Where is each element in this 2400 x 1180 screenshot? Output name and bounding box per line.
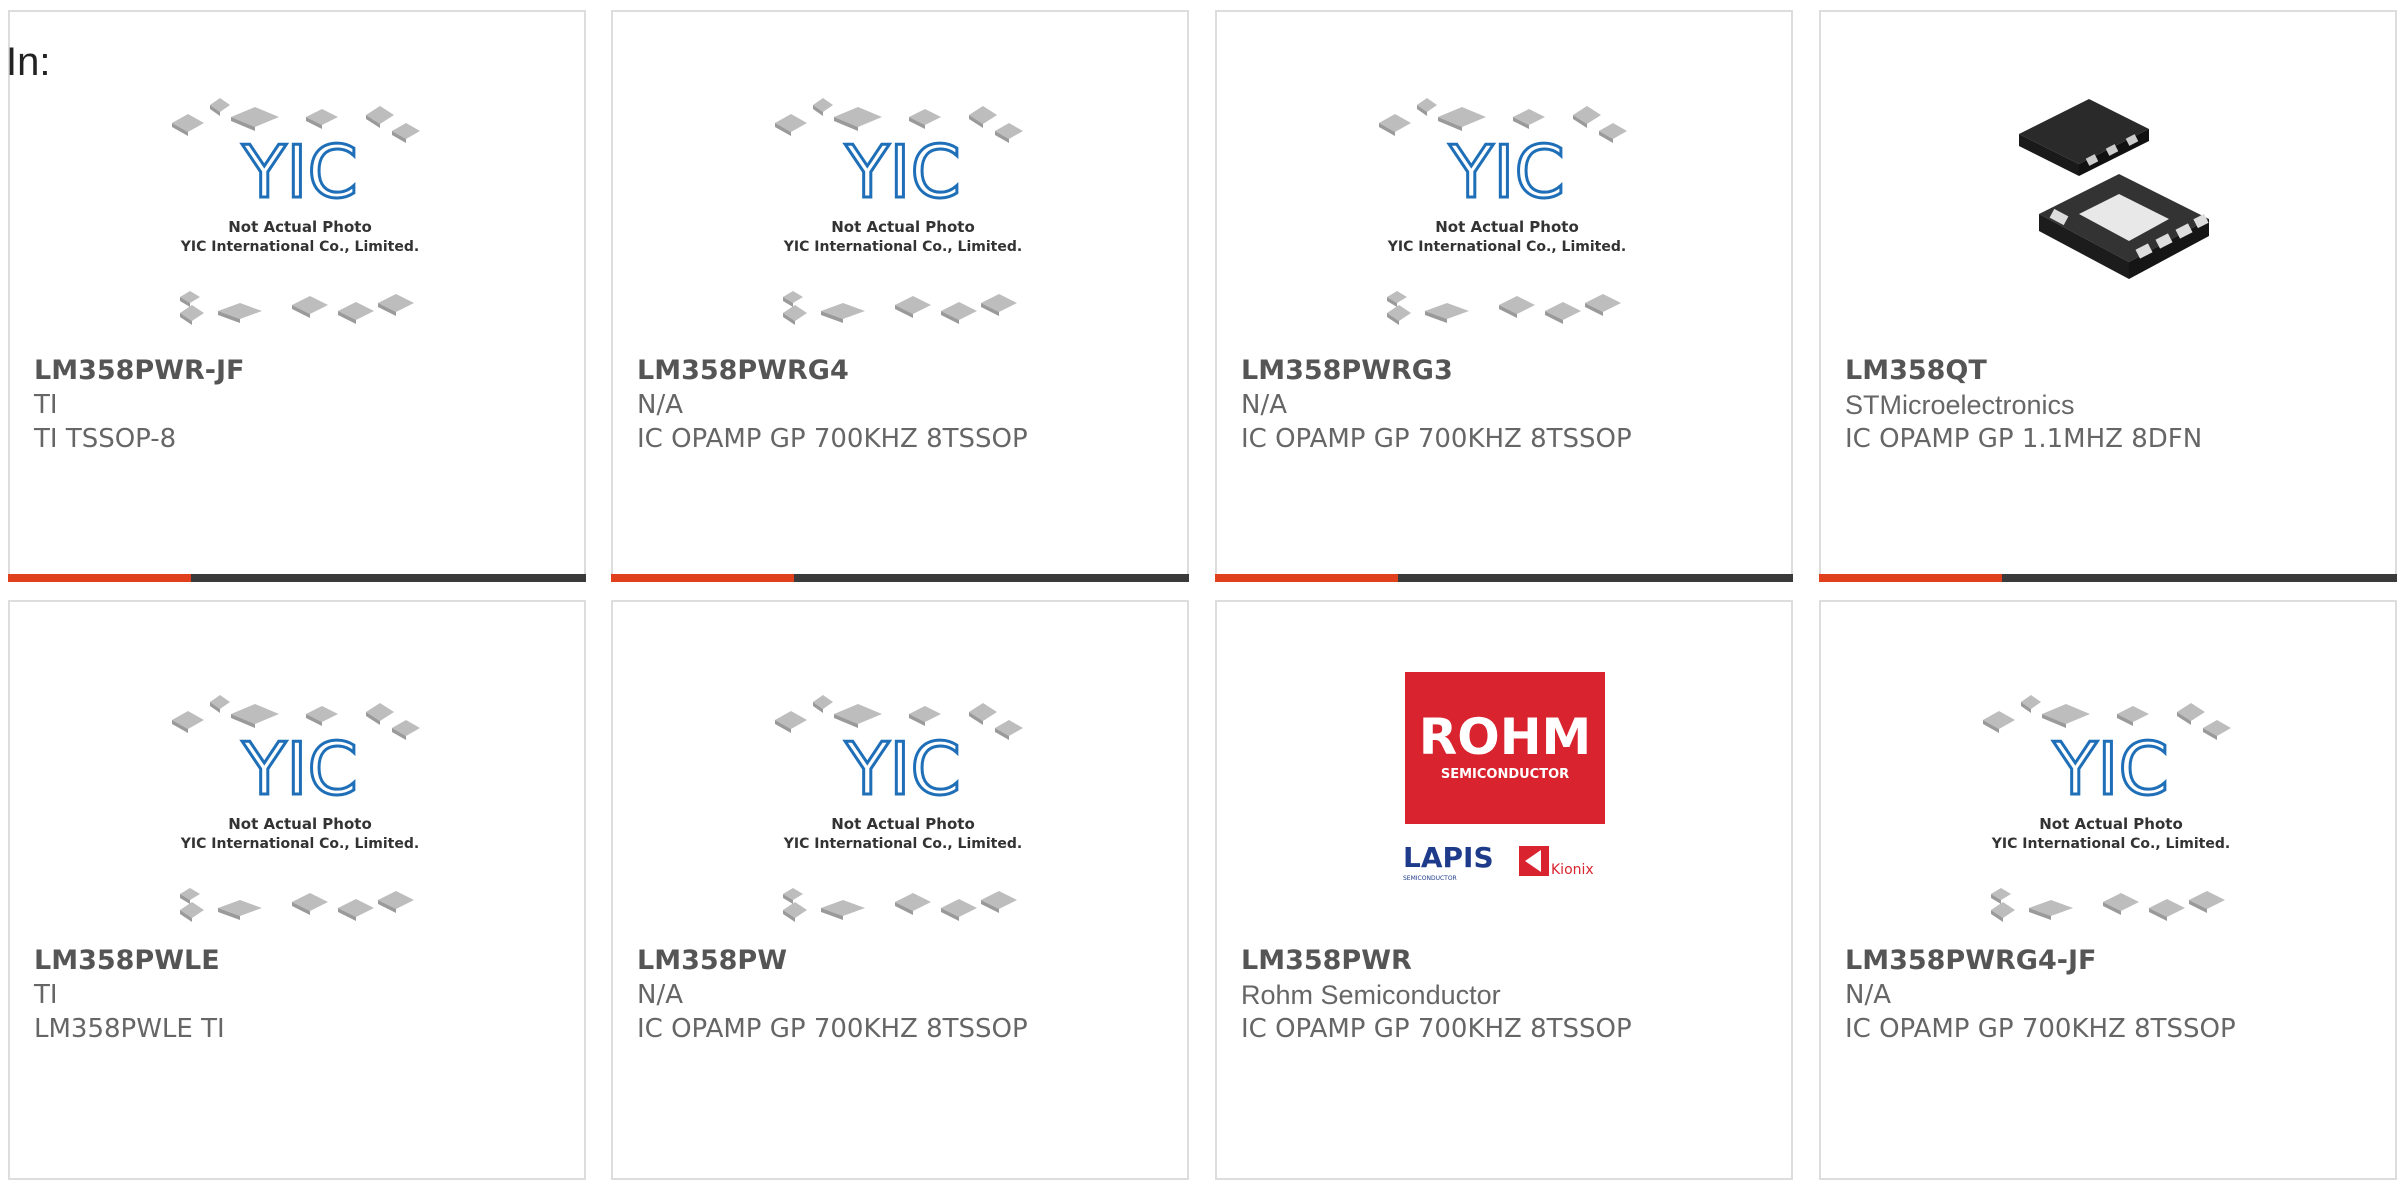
rohm-logo: ROHM SEMICONDUCTOR LAPIS SEMICONDUCTOR K… [1403,672,1605,882]
yic-logo: YIC [1448,130,1565,214]
placeholder-company: YIC International Co., Limited. [180,239,419,255]
product-part-number[interactable]: LM358PWLE [34,944,574,978]
product-part-number[interactable]: LM358PWRG4 [637,354,1177,388]
product-image[interactable]: YIC Not Actual Photo YIC International Co.… [613,12,1187,352]
kionix-text: Kionix [1551,862,1594,878]
product-manufacturer: N/A [1845,980,1891,1010]
yic-placeholder-image: YIC Not Actual Photo YIC International Co.… [1983,695,2231,922]
card-accent-bar [611,574,1189,582]
product-card[interactable]: YIC Not Actual Photo YIC International Co.… [611,600,1189,1180]
yic-logo: YIC [2052,727,2169,811]
product-image[interactable] [1821,12,2395,352]
product-image[interactable]: YIC Not Actual Photo YIC International Co.… [10,12,584,352]
product-card[interactable]: YIC Not Actual Photo YIC International Co.… [8,600,586,1180]
yic-placeholder-image: YIC Not Actual Photo YIC International Co.… [172,98,420,325]
product-card[interactable]: ROHM SEMICONDUCTOR LAPIS SEMICONDUCTOR K… [1215,600,1793,1180]
yic-logo: YIC [241,727,358,811]
yic-logo: YIC [844,130,961,214]
placeholder-note: Not Actual Photo [228,815,372,833]
product-description: IC OPAMP GP 700KHZ 8TSSOP [1241,1014,1632,1044]
product-description: IC OPAMP GP 700KHZ 8TSSOP [637,1014,1028,1044]
placeholder-company: YIC International Co., Limited. [1387,239,1626,255]
product-image[interactable]: ROHM SEMICONDUCTOR LAPIS SEMICONDUCTOR K… [1217,602,1791,942]
product-card[interactable]: YIC Not Actual Photo YIC International Co.… [611,10,1189,582]
product-description: TI TSSOP-8 [34,424,177,454]
placeholder-note: Not Actual Photo [228,218,372,236]
product-card[interactable]: YIC Not Actual Photo YIC International Co.… [8,10,586,582]
card-accent-bar [1215,574,1793,582]
yic-placeholder-image: YIC Not Actual Photo YIC International Co.… [775,695,1023,922]
product-part-number[interactable]: LM358QT [1845,354,2385,388]
product-description: IC OPAMP GP 1.1MHZ 8DFN [1845,424,2203,454]
placeholder-company: YIC International Co., Limited. [783,239,1022,255]
product-card[interactable]: YIC Not Actual Photo YIC International Co.… [1819,600,2397,1180]
lapis-subtext: SEMICONDUCTOR [1403,875,1457,882]
yic-placeholder-image: YIC Not Actual Photo YIC International Co.… [775,98,1023,325]
lapis-text: LAPIS [1403,841,1494,874]
card-accent-bar [1819,574,2397,582]
yic-logo: YIC [241,130,358,214]
product-manufacturer: N/A [637,390,683,420]
placeholder-company: YIC International Co., Limited. [1991,836,2230,852]
product-card[interactable]: LM358QT STMicroelectronics IC OPAMP GP 1… [1819,10,2397,582]
product-part-number[interactable]: LM358PWRG3 [1241,354,1781,388]
placeholder-note: Not Actual Photo [2039,815,2183,833]
product-manufacturer: Rohm Semiconductor [1241,980,1501,1010]
product-card[interactable]: YIC Not Actual Photo YIC International Co.… [1215,10,1793,582]
rohm-title: ROHM [1419,708,1592,766]
product-image[interactable]: YIC Not Actual Photo YIC International Co.… [1217,12,1791,352]
placeholder-note: Not Actual Photo [831,218,975,236]
placeholder-note: Not Actual Photo [1435,218,1579,236]
product-description: IC OPAMP GP 700KHZ 8TSSOP [1845,1014,2236,1044]
product-manufacturer: TI [34,980,58,1010]
product-part-number[interactable]: LM358PWR-JF [34,354,574,388]
product-description: IC OPAMP GP 700KHZ 8TSSOP [637,424,1028,454]
yic-placeholder-image: YIC Not Actual Photo YIC International Co.… [1379,98,1627,325]
product-part-number[interactable]: LM358PW [637,944,1177,978]
placeholder-note: Not Actual Photo [831,815,975,833]
product-manufacturer: N/A [637,980,683,1010]
yic-placeholder-image: YIC Not Actual Photo YIC International Co.… [172,695,420,922]
product-image[interactable]: YIC Not Actual Photo YIC International Co.… [613,602,1187,942]
product-description: LM358PWLE TI [34,1014,225,1044]
filter-in-label: In: [6,40,51,84]
rohm-subtitle: SEMICONDUCTOR [1441,767,1569,782]
product-manufacturer: STMicroelectronics [1845,390,2075,420]
product-part-number[interactable]: LM358PWR [1241,944,1781,978]
product-image[interactable]: YIC Not Actual Photo YIC International Co.… [10,602,584,942]
placeholder-company: YIC International Co., Limited. [180,836,419,852]
product-part-number[interactable]: LM358PWRG4-JF [1845,944,2385,978]
product-manufacturer: TI [34,390,58,420]
product-description: IC OPAMP GP 700KHZ 8TSSOP [1241,424,1632,454]
product-manufacturer: N/A [1241,390,1287,420]
dfn-chip-photo [2019,99,2209,279]
card-accent-bar [8,574,586,582]
placeholder-company: YIC International Co., Limited. [783,836,1022,852]
product-image[interactable]: YIC Not Actual Photo YIC International Co.… [1821,602,2395,942]
yic-logo: YIC [844,727,961,811]
